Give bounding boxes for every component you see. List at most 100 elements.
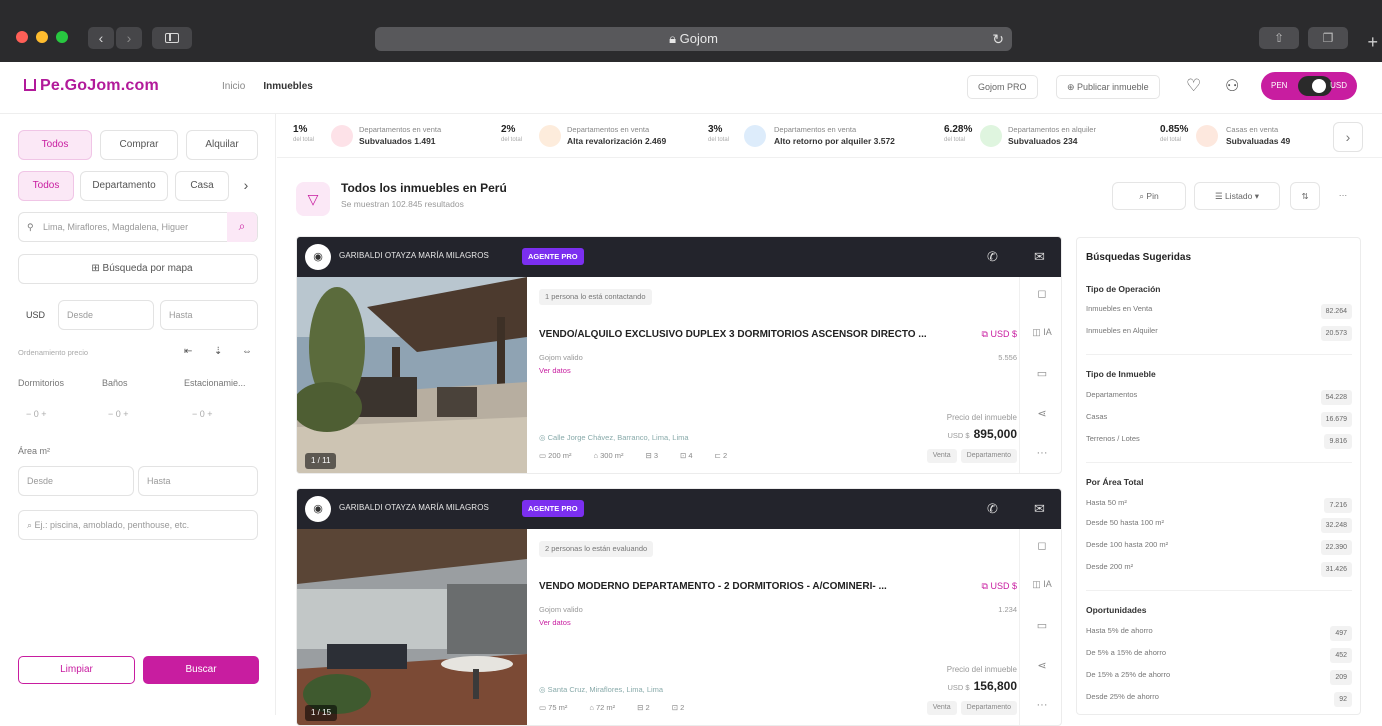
tabs-overview-button[interactable]: ❐ — [1308, 27, 1348, 49]
property-address[interactable]: ◎ Santa Cruz, Miraflores, Lima, Lima — [539, 685, 663, 694]
more-icon[interactable]: ··· — [1020, 447, 1061, 459]
property-address[interactable]: ◎ Calle Jorge Chávez, Barranco, Lima, Li… — [539, 433, 689, 442]
location-input[interactable]: ⚲ Lima, Miraflores, Magdalena, Higuer ⌕ — [18, 212, 258, 242]
suggestion-row[interactable]: Hasta 50 m² 7.216 — [1086, 498, 1352, 514]
site-logo[interactable]: Pe.GoJom.com — [24, 77, 159, 95]
suggestion-row[interactable]: Departamentos 54.228 — [1086, 390, 1352, 406]
type-todos-button[interactable]: Todos — [18, 171, 74, 201]
property-card[interactable]: ◉ GARIBALDI OTAYZA MARÍA MILAGROS AGENTE… — [296, 236, 1062, 474]
ai-icon[interactable]: ◫ IA — [1020, 327, 1061, 338]
filter-icon[interactable]: ▽ — [296, 182, 330, 216]
sort-asc-icon[interactable]: ⇤ — [184, 346, 192, 357]
type-departamento-button[interactable]: Departamento — [80, 171, 168, 201]
clear-button[interactable]: Limpiar — [18, 656, 135, 684]
stats-next-button[interactable]: › — [1333, 122, 1363, 152]
property-photo[interactable]: 1 / 15 — [297, 529, 527, 725]
total-area: ▭ 75 m² — [539, 703, 568, 712]
op-alquilar-button[interactable]: Alquilar — [186, 130, 258, 160]
suggestion-row[interactable]: Desde 200 m² 31.426 — [1086, 562, 1352, 578]
sort-button[interactable]: ⇅ — [1290, 182, 1320, 210]
search-icon[interactable]: ⌕ — [227, 212, 257, 242]
back-button[interactable]: ‹ — [88, 27, 114, 49]
compare-icon[interactable]: ▭ — [1020, 367, 1061, 380]
area-to-input[interactable]: Hasta — [138, 466, 258, 496]
property-photo[interactable]: 1 / 11 — [297, 277, 527, 473]
stat-item[interactable]: 1% del total Departamentos en venta Subv… — [293, 124, 493, 150]
sidebar-toggle-button[interactable] — [152, 27, 192, 49]
sort-desc-icon[interactable]: ⇣ — [214, 346, 222, 357]
parking-stepper[interactable]: − 0 + — [192, 409, 213, 419]
gojom-pro-button[interactable]: Gojom PRO — [967, 75, 1038, 99]
bathrooms-stepper[interactable]: − 0 + — [108, 409, 129, 419]
price-from-input[interactable]: Desde — [58, 300, 154, 330]
view-data-link[interactable]: Ver datos — [539, 366, 571, 375]
suggestion-row[interactable]: Terrenos / Lotes 9.816 — [1086, 434, 1352, 450]
user-icon[interactable]: ⚇ — [1225, 76, 1239, 96]
publish-property-button[interactable]: ⊕ Publicar inmueble — [1056, 75, 1160, 99]
address-bar[interactable]: 🔒︎ Gojom ↻ — [375, 27, 1012, 51]
view-data-link[interactable]: Ver datos — [539, 618, 571, 627]
zoom-window-button[interactable] — [56, 31, 68, 43]
suggestion-row[interactable]: Inmuebles en Alquiler 20.573 — [1086, 326, 1352, 342]
share-button[interactable]: ⇧ — [1259, 27, 1299, 49]
stat-item[interactable]: 0.85% del total Casas en venta Subvaluad… — [1160, 124, 1320, 150]
currency-badge[interactable]: ⧉ USD $ — [982, 581, 1017, 592]
stat-item[interactable]: 3% del total Departamentos en venta Alto… — [708, 124, 918, 150]
more-options-button[interactable]: ··· — [1328, 182, 1358, 210]
nav-inicio[interactable]: Inicio — [222, 81, 245, 92]
agent-name[interactable]: GARIBALDI OTAYZA MARÍA MILAGROS — [339, 503, 489, 512]
heart-icon[interactable]: ♡ — [1186, 76, 1201, 96]
currency-toggle[interactable]: PEN USD — [1261, 72, 1357, 100]
forward-button[interactable]: › — [116, 27, 142, 49]
area-from-input[interactable]: Desde — [18, 466, 134, 496]
share-icon[interactable]: ⋖ — [1020, 659, 1061, 672]
suggestion-row[interactable]: Desde 50 hasta 100 m² 32.248 — [1086, 518, 1352, 534]
suggestion-row[interactable]: Casas 16.679 — [1086, 412, 1352, 428]
reload-icon[interactable]: ↻ — [992, 27, 1004, 51]
bedrooms: ⊟ 3 — [645, 451, 659, 460]
share-icon[interactable]: ⋖ — [1020, 407, 1061, 420]
property-title[interactable]: VENDO MODERNO DEPARTAMENTO - 2 DORMITORI… — [539, 581, 959, 592]
message-icon[interactable]: ✉ — [1034, 501, 1045, 517]
chevron-right-icon[interactable]: › — [234, 171, 258, 201]
keywords-input[interactable]: ⌕ Ej.: piscina, amoblado, penthouse, etc… — [18, 510, 258, 540]
close-window-button[interactable] — [16, 31, 28, 43]
whatsapp-icon[interactable]: ✆ — [987, 249, 998, 265]
map-search-button[interactable]: ⊞ Búsqueda por mapa — [18, 254, 258, 284]
sort-reset-icon[interactable]: ⇔ — [242, 346, 252, 357]
message-icon[interactable]: ✉ — [1034, 249, 1045, 265]
suggestion-row[interactable]: Desde 25% de ahorro 92 — [1086, 692, 1352, 708]
compare-icon[interactable]: ▭ — [1020, 619, 1061, 632]
agent-avatar[interactable]: ◉ — [305, 244, 331, 270]
save-icon[interactable]: ◻ — [1020, 539, 1061, 552]
currency-badge[interactable]: ⧉ USD $ — [982, 329, 1017, 340]
save-icon[interactable]: ◻ — [1020, 287, 1061, 300]
bedrooms-stepper[interactable]: − 0 + — [26, 409, 47, 419]
view-list-select[interactable]: ☰ Listado ▾ — [1194, 182, 1280, 210]
agent-avatar[interactable]: ◉ — [305, 496, 331, 522]
price-to-input[interactable]: Hasta — [160, 300, 258, 330]
op-comprar-button[interactable]: Comprar — [100, 130, 178, 160]
whatsapp-icon[interactable]: ✆ — [987, 501, 998, 517]
currency-select[interactable]: USD — [26, 310, 45, 320]
suggestion-row[interactable]: De 5% a 15% de ahorro 452 — [1086, 648, 1352, 664]
suggestion-row[interactable]: Hasta 5% de ahorro 497 — [1086, 626, 1352, 642]
ai-icon[interactable]: ◫ IA — [1020, 579, 1061, 590]
op-todos-button[interactable]: Todos — [18, 130, 92, 160]
search-button[interactable]: Buscar — [143, 656, 259, 684]
new-tab-icon[interactable]: + — [1367, 32, 1378, 53]
minimize-window-button[interactable] — [36, 31, 48, 43]
more-icon[interactable]: ··· — [1020, 699, 1061, 711]
suggestion-row[interactable]: De 15% a 25% de ahorro 209 — [1086, 670, 1352, 686]
property-title[interactable]: VENDO/ALQUILO EXCLUSIVO DUPLEX 3 DORMITO… — [539, 329, 959, 340]
pin-button[interactable]: ⌕ Pin — [1112, 182, 1186, 210]
type-casa-button[interactable]: Casa — [175, 171, 229, 201]
property-card[interactable]: ◉ GARIBALDI OTAYZA MARÍA MILAGROS AGENTE… — [296, 488, 1062, 726]
card-body: 1 persona lo está contactando VENDO/ALQU… — [527, 277, 1017, 473]
nav-inmuebles[interactable]: Inmuebles — [263, 81, 312, 92]
stat-item[interactable]: 6.28% del total Departamentos en alquile… — [944, 124, 1144, 150]
stat-item[interactable]: 2% del total Departamentos en venta Alta… — [501, 124, 701, 150]
suggestion-row[interactable]: Inmuebles en Venta 82.264 — [1086, 304, 1352, 320]
agent-name[interactable]: GARIBALDI OTAYZA MARÍA MILAGROS — [339, 251, 489, 260]
suggestion-row[interactable]: Desde 100 hasta 200 m² 22.390 — [1086, 540, 1352, 556]
